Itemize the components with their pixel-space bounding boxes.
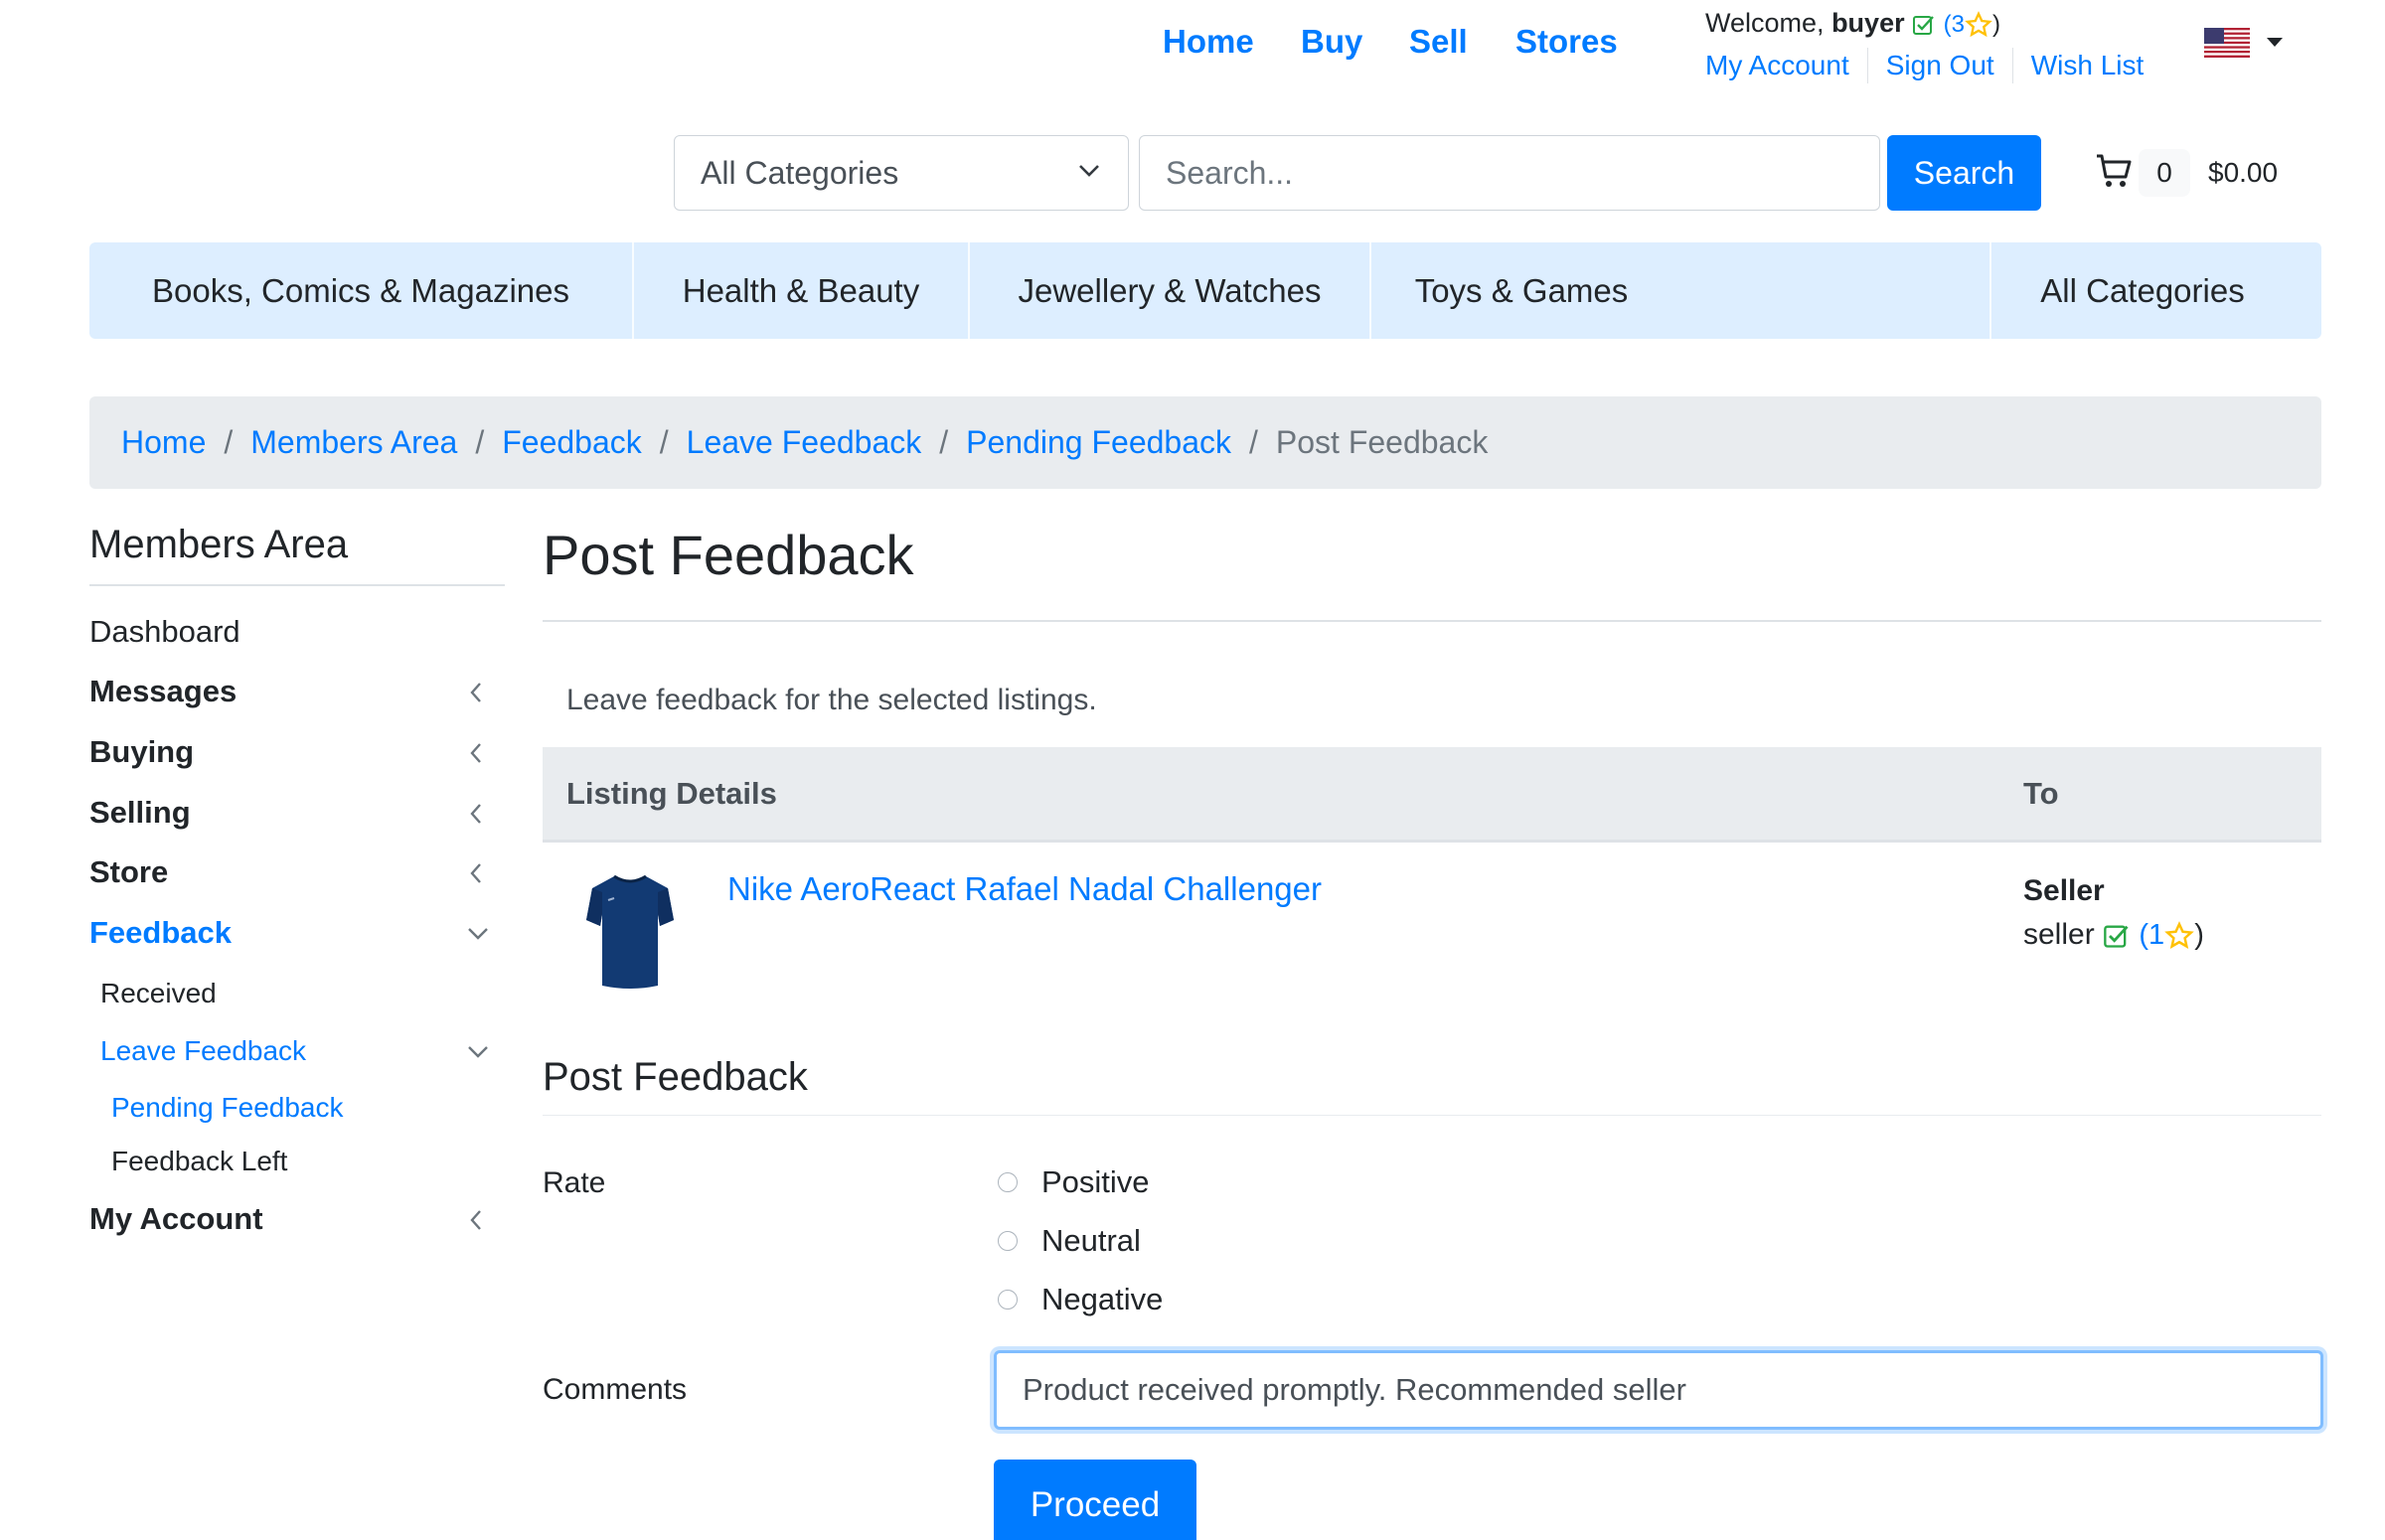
breadcrumb-members-area[interactable]: Members Area xyxy=(250,424,457,461)
section-divider xyxy=(543,1115,2321,1116)
rate-negative-radio[interactable] xyxy=(998,1290,1018,1309)
comments-input[interactable] xyxy=(994,1350,2323,1430)
breadcrumb-separator: / xyxy=(1249,424,1258,460)
nav-buy-link[interactable]: Buy xyxy=(1301,20,1362,64)
breadcrumb-feedback[interactable]: Feedback xyxy=(502,424,642,461)
category-select[interactable]: All Categories xyxy=(674,135,1129,211)
sidebar-item-received[interactable]: Received xyxy=(100,974,217,1013)
breadcrumb: Home / Members Area / Feedback / Leave F… xyxy=(89,396,2321,489)
table-header: Listing Details To xyxy=(543,747,2321,843)
page-title: Post Feedback xyxy=(543,524,914,586)
proceed-button[interactable]: Proceed xyxy=(994,1460,1196,1540)
category-select-value: All Categories xyxy=(701,155,899,191)
category-books[interactable]: Books, Comics & Magazines xyxy=(89,242,632,339)
recipient-info: seller (1 ) xyxy=(2023,916,2204,954)
recipient-rating-close: ) xyxy=(2194,919,2204,951)
sidebar-item-feedback-left[interactable]: Feedback Left xyxy=(111,1142,287,1181)
cart-count-badge: 0 xyxy=(2139,149,2190,197)
sidebar-item-dashboard[interactable]: Dashboard xyxy=(89,612,240,652)
rate-positive-label[interactable]: Positive xyxy=(1041,1164,1150,1200)
chevron-left-icon[interactable] xyxy=(469,862,483,884)
sidebar-item-store[interactable]: Store xyxy=(89,852,168,892)
category-all[interactable]: All Categories xyxy=(1991,242,2294,339)
rate-option-negative: Negative xyxy=(998,1280,1163,1319)
category-toys-games[interactable]: Toys & Games xyxy=(1371,242,1671,339)
welcome-text: Welcome, xyxy=(1705,8,1825,38)
welcome-message: Welcome, buyer (3 ) xyxy=(1705,6,2000,42)
breadcrumb-separator: / xyxy=(224,424,234,460)
recipient-rating-open: (1 xyxy=(2139,919,2165,951)
nav-home-link[interactable]: Home xyxy=(1163,20,1254,64)
cart-icon[interactable] xyxy=(2095,153,2133,189)
chevron-down-icon[interactable] xyxy=(467,927,489,941)
account-links: My Account Sign Out Wish List xyxy=(1705,46,2161,85)
breadcrumb-current: Post Feedback xyxy=(1275,424,1489,460)
sidebar-item-pending-feedback[interactable]: Pending Feedback xyxy=(111,1088,344,1128)
category-health-beauty[interactable]: Health & Beauty xyxy=(634,242,968,339)
listing-title-link[interactable]: Nike AeroReact Rafael Nadal Challenger xyxy=(727,868,1322,910)
chevron-down-icon[interactable] xyxy=(467,1045,489,1059)
breadcrumb-separator: / xyxy=(939,424,949,460)
sidebar-item-leave-feedback[interactable]: Leave Feedback xyxy=(100,1031,306,1071)
form-section-title: Post Feedback xyxy=(543,1055,808,1099)
listing-thumbnail[interactable] xyxy=(584,870,676,994)
chevron-left-icon[interactable] xyxy=(469,803,483,825)
chevron-left-icon[interactable] xyxy=(469,1209,483,1231)
intro-text: Leave feedback for the selected listings… xyxy=(566,684,1097,716)
verified-check-icon xyxy=(2104,925,2129,948)
search-input[interactable] xyxy=(1139,135,1880,211)
column-header-to: To xyxy=(2023,776,2059,811)
rate-option-neutral: Neutral xyxy=(998,1221,1141,1261)
rate-neutral-radio[interactable] xyxy=(998,1231,1018,1251)
category-bar: Books, Comics & Magazines Health & Beaut… xyxy=(89,242,2321,339)
breadcrumb-separator: / xyxy=(475,424,485,460)
sidebar-item-buying[interactable]: Buying xyxy=(89,732,194,772)
search-button[interactable]: Search xyxy=(1887,135,2041,211)
my-account-link[interactable]: My Account xyxy=(1705,48,1867,83)
sidebar-item-selling[interactable]: Selling xyxy=(89,793,191,833)
rate-label: Rate xyxy=(543,1166,606,1199)
star-icon xyxy=(2164,921,2194,950)
comments-label: Comments xyxy=(543,1373,688,1406)
chevron-left-icon[interactable] xyxy=(469,682,483,703)
cart-total: $0.00 xyxy=(2208,157,2279,188)
star-icon xyxy=(1965,10,1992,37)
sign-out-link[interactable]: Sign Out xyxy=(1866,48,2012,83)
verified-check-icon xyxy=(1913,15,1934,35)
rate-option-positive: Positive xyxy=(998,1162,1150,1202)
column-header-listing: Listing Details xyxy=(566,776,777,811)
chevron-down-icon xyxy=(1079,165,1099,177)
sidebar-title: Members Area xyxy=(89,523,349,566)
nav-stores-link[interactable]: Stores xyxy=(1515,20,1618,64)
nav-sell-link[interactable]: Sell xyxy=(1409,20,1468,64)
chevron-left-icon[interactable] xyxy=(469,742,483,764)
sidebar-divider xyxy=(89,584,505,586)
us-flag-icon[interactable] xyxy=(2204,28,2250,58)
rate-positive-radio[interactable] xyxy=(998,1172,1018,1192)
sidebar-item-my-account[interactable]: My Account xyxy=(89,1199,263,1239)
breadcrumb-separator: / xyxy=(659,424,669,460)
user-rating-open: (3 xyxy=(1943,11,1965,38)
breadcrumb-home[interactable]: Home xyxy=(121,424,206,461)
rate-negative-label[interactable]: Negative xyxy=(1041,1282,1163,1317)
sidebar-item-messages[interactable]: Messages xyxy=(89,672,237,711)
recipient-name: seller xyxy=(2023,918,2095,951)
breadcrumb-leave-feedback[interactable]: Leave Feedback xyxy=(687,424,922,461)
username: buyer xyxy=(1831,8,1905,38)
breadcrumb-pending-feedback[interactable]: Pending Feedback xyxy=(966,424,1231,461)
wish-list-link[interactable]: Wish List xyxy=(2011,48,2162,83)
sidebar-item-feedback[interactable]: Feedback xyxy=(89,913,232,953)
user-rating-close: ) xyxy=(1991,11,2000,38)
title-divider xyxy=(543,620,2321,622)
recipient-role: Seller xyxy=(2023,874,2105,907)
language-caret-icon[interactable] xyxy=(2267,38,2283,47)
category-jewellery-watches[interactable]: Jewellery & Watches xyxy=(970,242,1369,339)
rate-neutral-label[interactable]: Neutral xyxy=(1041,1223,1141,1259)
